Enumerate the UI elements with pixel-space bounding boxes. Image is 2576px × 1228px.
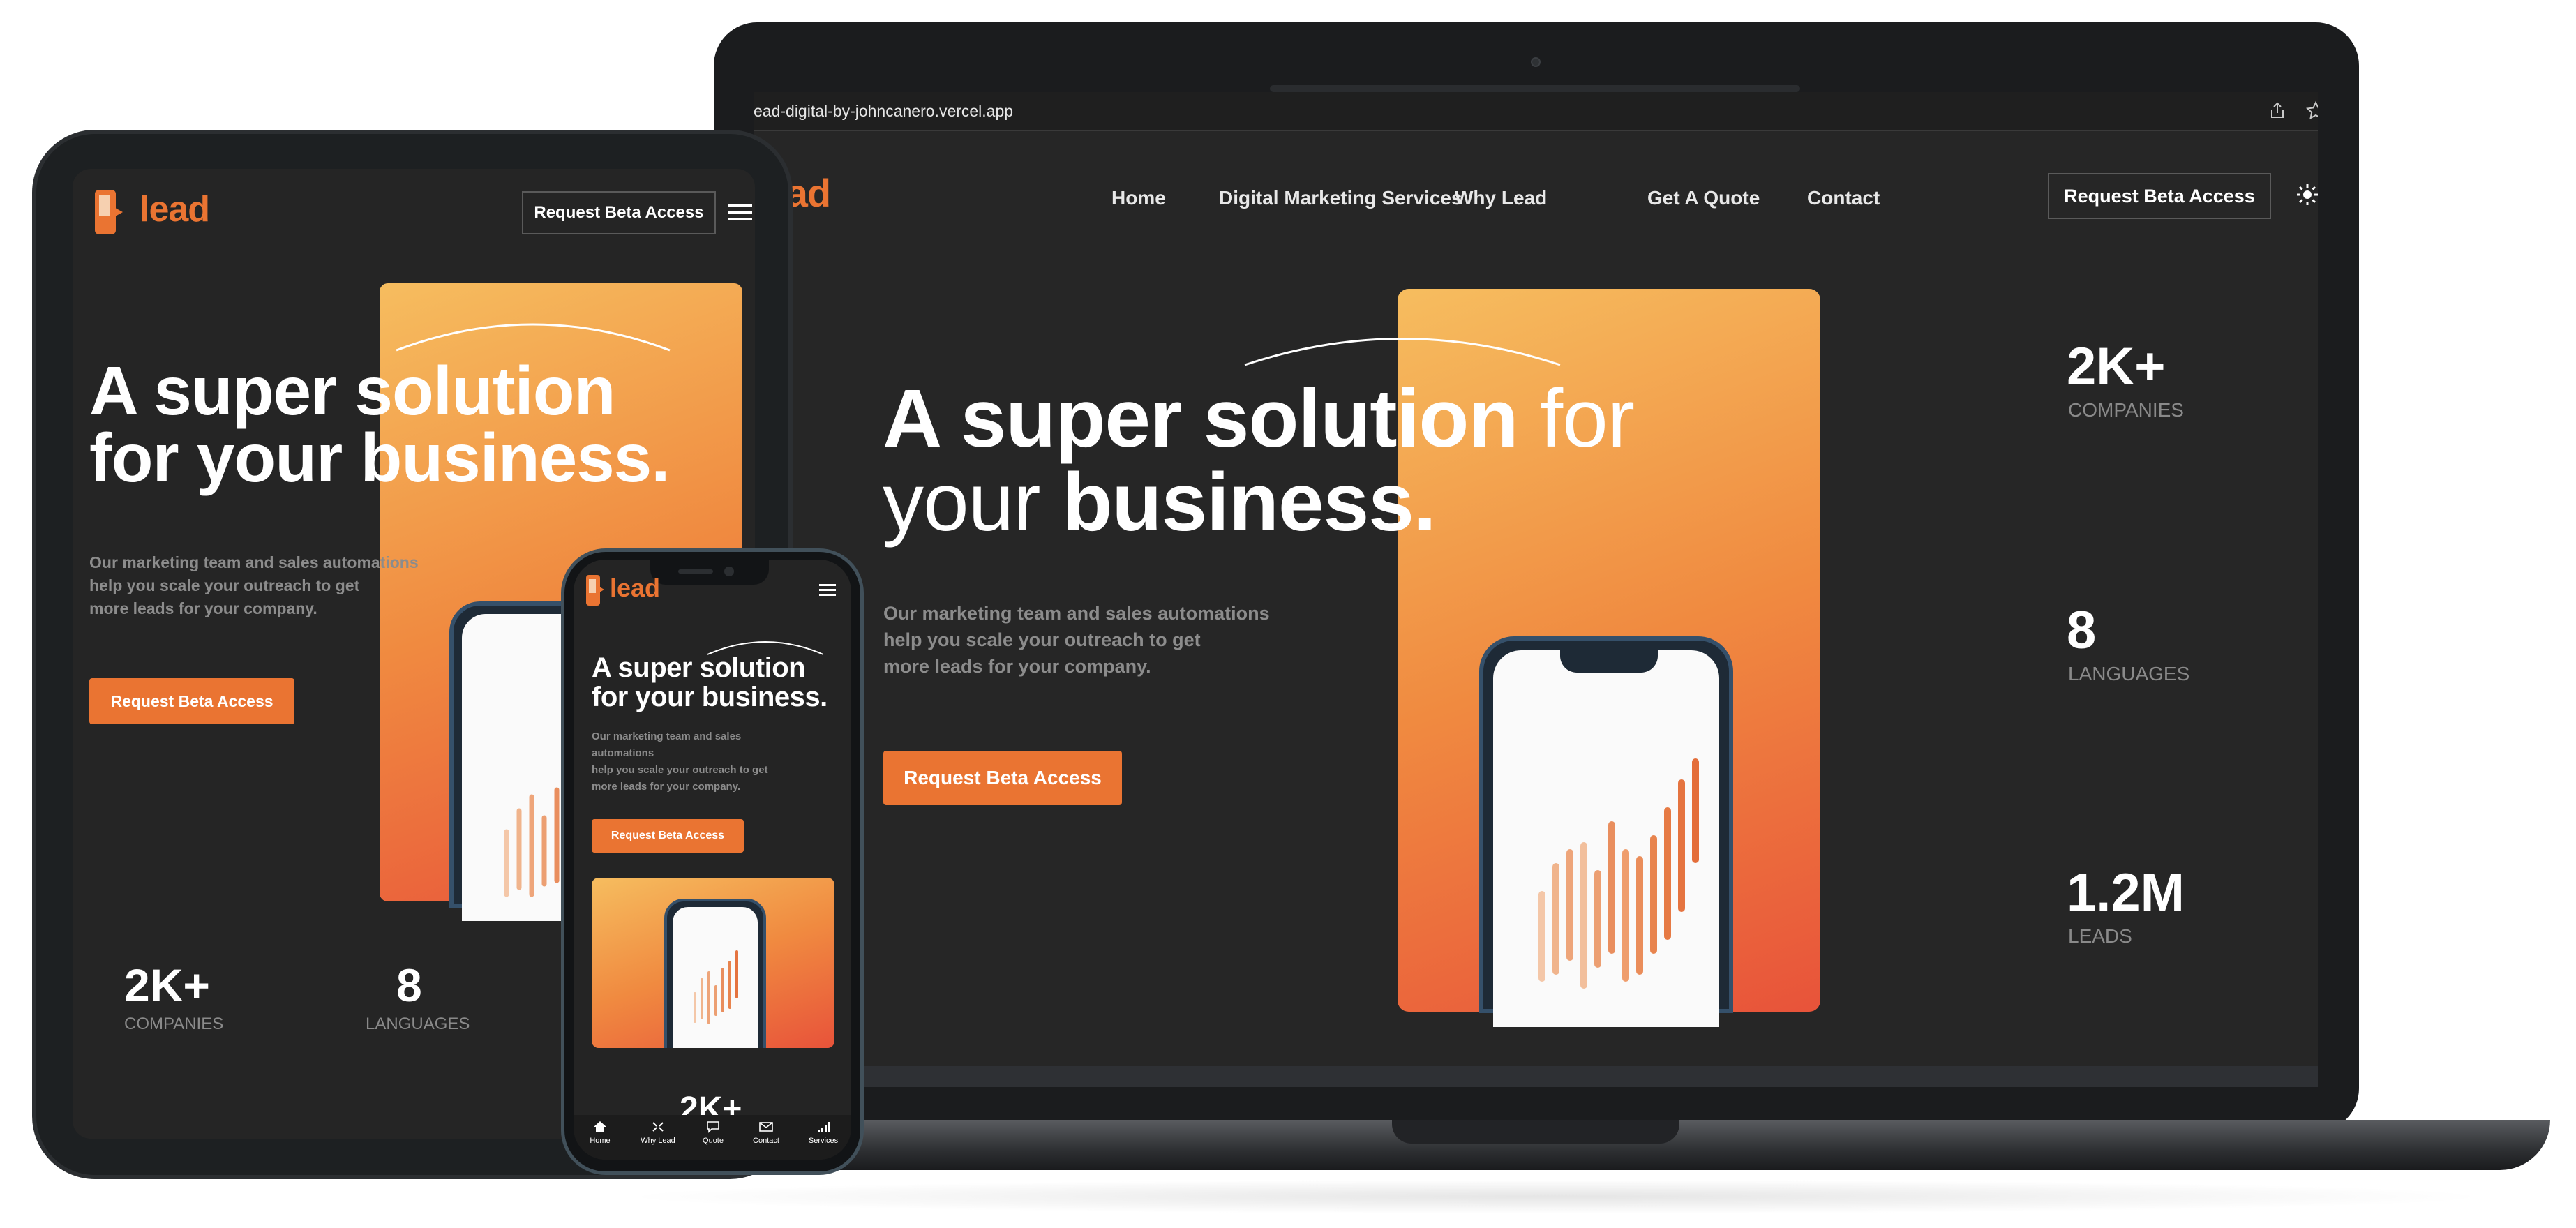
hero-bar-chart-graphic: [1538, 758, 1699, 989]
phone-bottom-nav: Home Why Lead Quote Contact Services: [574, 1115, 851, 1160]
bottom-nav-why-lead[interactable]: Why Lead: [634, 1121, 682, 1145]
tablet-lead-logo-icon: [95, 190, 123, 234]
stat-companies-label: COMPANIES: [2068, 399, 2184, 421]
laptop-hero-request-beta-button[interactable]: Request Beta Access: [883, 751, 1122, 805]
laptop-request-beta-outline-button[interactable]: Request Beta Access: [2048, 173, 2271, 219]
phone-menu-icon[interactable]: [819, 583, 836, 597]
sun-theme-icon[interactable]: [2296, 183, 2318, 207]
tablet-hero-subtitle: Our marketing team and sales automations…: [89, 553, 419, 617]
phone-hero-request-beta-button[interactable]: Request Beta Access: [592, 819, 744, 853]
bottom-nav-home[interactable]: Home: [579, 1121, 621, 1145]
floor-shadow: [614, 1179, 2498, 1214]
mail-icon: [759, 1122, 773, 1132]
phone-hero-subtitle: Our marketing team and sales automations…: [592, 731, 768, 793]
signal-icon: [818, 1122, 830, 1132]
device-mockup-scene: ead-digital-by-johncanero.vercel.app lea…: [0, 0, 2576, 1228]
tablet-menu-icon[interactable]: [728, 202, 752, 222]
phone-hero-line2: for your business.: [592, 682, 828, 712]
bottom-nav-quote[interactable]: Quote: [692, 1121, 734, 1145]
tablet-hero-arc-decoration: [396, 323, 671, 352]
browser-url[interactable]: ead-digital-by-johncanero.vercel.app: [754, 102, 1013, 121]
home-icon: [594, 1121, 606, 1132]
bottom-nav-services[interactable]: Services: [801, 1121, 846, 1145]
bottom-nav-contact[interactable]: Contact: [745, 1121, 787, 1145]
laptop-hero-subtitle: Our marketing team and sales automations…: [883, 603, 1270, 677]
phone-notch: [650, 560, 769, 585]
tablet-logo-text[interactable]: lead: [140, 188, 210, 230]
expand-icon: [652, 1122, 664, 1132]
stat-companies-value: 2K+: [2067, 337, 2166, 396]
tablet-stat-languages-label: LANGUAGES: [366, 1014, 470, 1033]
phone-screen: lead A super solution for your business.…: [574, 560, 851, 1160]
nav-home[interactable]: Home: [1111, 187, 1166, 209]
phone-hero-line1: A super solution: [592, 652, 806, 683]
share-icon[interactable]: [2268, 100, 2289, 121]
laptop-hinge-top: [1270, 85, 1800, 92]
laptop-screen-bezel-bottom: [754, 1066, 2318, 1087]
tablet-stat-languages-value: 8: [396, 959, 422, 1011]
browser-bar: ead-digital-by-johncanero.vercel.app: [754, 92, 2318, 131]
laptop-trackpad-notch: [1392, 1120, 1679, 1144]
webcam-icon: [1531, 57, 1541, 67]
laptop-hero-line2: your business.: [883, 456, 1437, 548]
nav-contact[interactable]: Contact: [1807, 187, 1880, 209]
phone-logo-text[interactable]: lead: [610, 574, 660, 603]
tablet-request-beta-outline-button[interactable]: Request Beta Access: [522, 191, 716, 234]
laptop-screen: ead-digital-by-johncanero.vercel.app lea…: [754, 92, 2318, 1066]
tablet-stat-companies-value: 2K+: [124, 959, 210, 1011]
nav-digital-marketing-services[interactable]: Digital Marketing Services: [1219, 187, 1462, 209]
phone-bar-chart-graphic: [694, 950, 738, 1024]
stat-leads-label: LEADS: [2068, 925, 2132, 947]
nav-get-a-quote[interactable]: Get A Quote: [1647, 187, 1760, 209]
quote-icon: [707, 1121, 719, 1133]
nav-why-lead[interactable]: Why Lead: [1455, 187, 1547, 209]
tablet-hero-line1: A super solution: [89, 352, 616, 429]
tablet-stat-companies-label: COMPANIES: [124, 1014, 224, 1033]
stat-languages-label: LANGUAGES: [2068, 663, 2190, 684]
bookmark-star-icon[interactable]: [2305, 100, 2318, 121]
tablet-hero-request-beta-button[interactable]: Request Beta Access: [89, 678, 294, 724]
tablet-hero-line2: for your business.: [89, 419, 671, 496]
stat-leads-value: 1.2M: [2067, 863, 2185, 922]
phone-lead-logo-icon: [586, 575, 604, 606]
phone-hero-orange-panel: [592, 878, 834, 1048]
stat-languages-value: 8: [2067, 601, 2097, 660]
hero-arc-decoration: [1244, 338, 1561, 366]
laptop-hero-line1: A super solution for: [883, 373, 1635, 465]
